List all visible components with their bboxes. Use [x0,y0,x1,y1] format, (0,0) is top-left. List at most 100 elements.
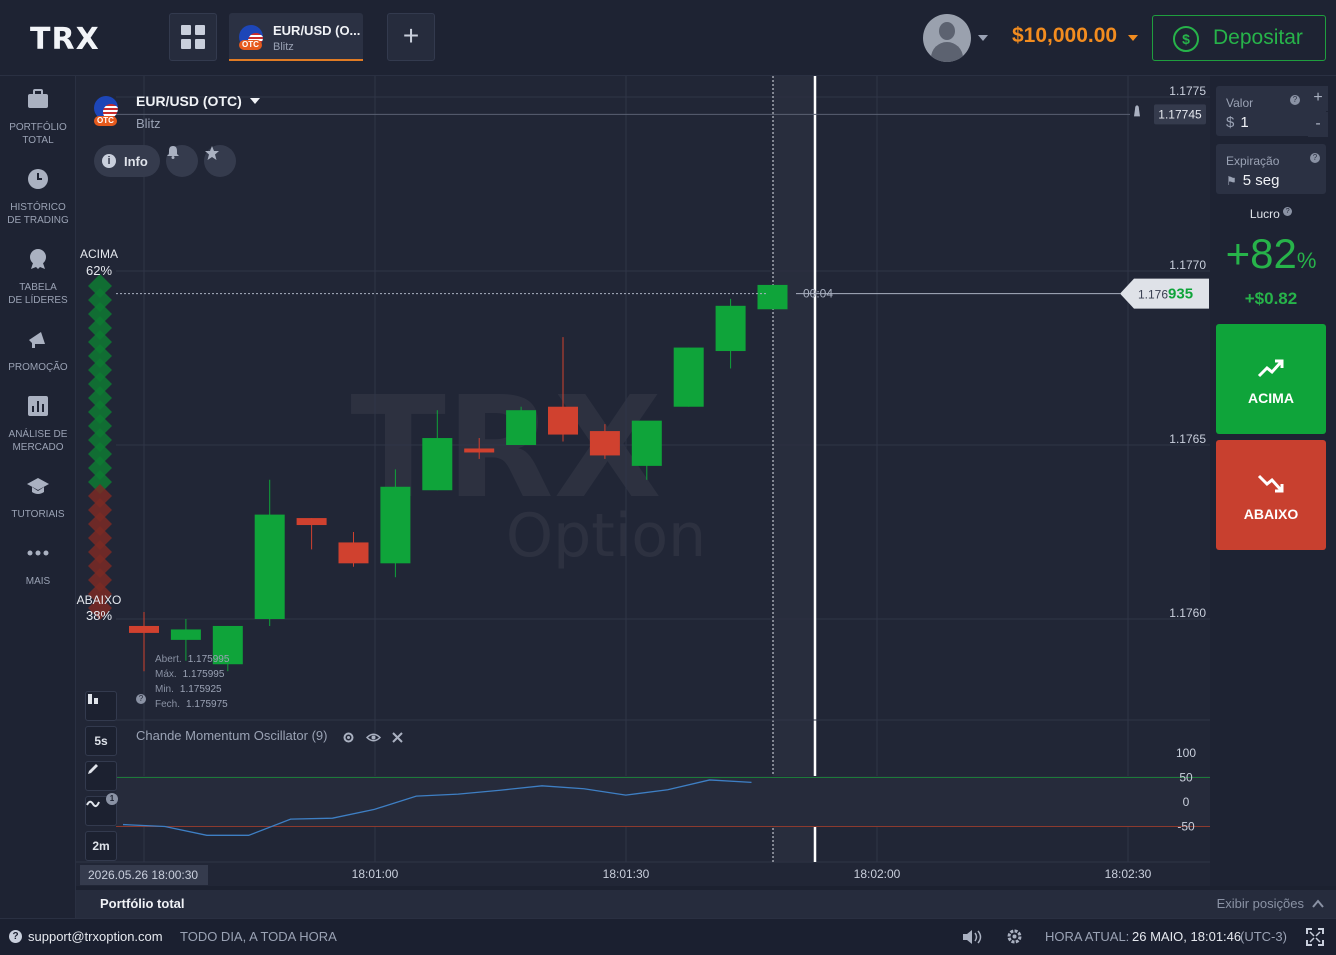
candle-body [422,438,453,491]
sidebar-item-leaderboard[interactable]: TABELA DE LÍDERES [0,248,76,307]
show-positions-link[interactable]: Exibir posições [1217,896,1304,911]
support-tagline: TODO DIA, A TODA HORA [180,929,337,944]
chevron-up-icon[interactable] [1312,899,1324,908]
put-down-button[interactable]: ABAIXO [1216,440,1326,550]
volume-icon[interactable] [962,929,984,945]
bell-icon [167,146,179,159]
top-bar: TRX OTC EUR/USD (O... Blitz + $10,000.00… [0,0,1336,76]
sidebar-item-history[interactable]: HISTÓRICO DE TRADING [0,168,76,227]
support-email-link[interactable]: support@trxoption.com [28,929,163,944]
sidebar-item-promotion[interactable]: PROMOÇÃO [0,328,76,374]
footer: ? support@trxoption.com TODO DIA, A TODA… [0,918,1336,955]
favorite-button[interactable] [204,145,236,177]
chevron-down-icon [249,98,260,104]
candle-body [254,514,285,619]
indicator-band [116,776,1210,826]
asset-tab-mode: Blitz [273,41,294,53]
candle-body [338,542,369,564]
profit-percent: +82% [1225,230,1317,277]
flag-checkered-icon: ⚑ [1226,174,1237,188]
candle-body [589,431,620,456]
chevron-down-icon[interactable] [978,35,988,41]
help-icon[interactable]: ? [136,694,146,704]
asset-tab-name: EUR/USD (O... [273,23,361,38]
sentiment-down-percent: 38% [86,608,112,623]
gear-icon[interactable] [1006,928,1023,945]
otc-badge: OTC [239,40,262,50]
pencil-icon [88,764,98,774]
chart-canvas[interactable]: TRX Option 1.17751.17701.17651.176018:01… [76,76,1210,886]
zoom-button[interactable]: 2m [85,831,117,861]
candles-icon [88,694,98,704]
watermark-text: Option [506,501,706,571]
current-time-value: 26 MAIO, 18:01:46 [1132,929,1242,944]
sidebar-item-portfolio[interactable]: PORTFÓLIO TOTAL [0,88,76,147]
indicator-name: Chande Momentum Oscillator (9) [136,728,328,743]
candle-body [129,625,159,633]
otc-badge: OTC [94,116,117,126]
more-dots-icon [27,550,49,556]
indicator-settings-icon[interactable] [342,731,355,744]
sidebar-item-tutorials[interactable]: TUTORIAIS [0,475,76,521]
amount-label: Valor [1226,96,1254,110]
amount-value[interactable]: $1 [1226,114,1249,131]
indicator-level-label: 100 [1176,746,1196,760]
indicator-remove-icon[interactable] [392,732,403,743]
drawing-tool-button[interactable] [85,761,117,791]
amount-decrease-button[interactable]: - [1308,112,1328,137]
portfolio-title: Portfólio total [100,896,185,911]
price-alert-value: 1.17745 [1158,107,1202,121]
price-tick-label: 1.1770 [1169,258,1206,272]
asset-tab-eurusd[interactable]: OTC EUR/USD (O... Blitz [229,13,363,61]
call-up-button[interactable]: ACIMA [1216,324,1326,434]
trend-down-icon [1257,474,1284,493]
avatar[interactable] [923,14,971,62]
time-tick-label: 18:01:00 [352,867,399,881]
price-tick-label: 1.1775 [1169,84,1206,98]
trend-up-icon [1257,359,1284,378]
clock-icon [28,169,48,189]
graduation-cap-icon [27,478,49,494]
candle-body [548,406,578,435]
expiry-zone [773,76,815,862]
trx-logo[interactable]: TRX [30,22,100,57]
indicator-visibility-icon[interactable] [366,732,381,743]
time-tick-label: 18:02:30 [1105,867,1152,881]
expiry-label: Expiração [1226,154,1280,168]
timeframe-button[interactable]: 5s [85,726,117,756]
amount-increase-button[interactable]: + [1308,86,1328,111]
balance-chevron-down-icon[interactable] [1128,35,1138,41]
add-asset-tab-button[interactable]: + [387,13,435,61]
sidebar-item-market-analysis[interactable]: ANÁLISE DE MERCADO [0,395,76,454]
fullscreen-icon[interactable] [1306,928,1324,946]
candle-body [757,284,788,310]
expiry-field[interactable]: Expiração ⚑ 5 seg [1216,144,1326,194]
portfolio-bar[interactable]: Portfólio total Exibir posições [76,890,1336,918]
info-button[interactable]: i Info [94,145,160,177]
account-balance[interactable]: $10,000.00 [1012,24,1117,48]
asset-grid-button[interactable] [169,13,217,61]
candle-body [296,518,327,526]
help-icon[interactable]: ? [9,930,22,943]
chart-type-button[interactable] [85,691,117,721]
star-icon [205,146,219,160]
candle-body [464,448,495,453]
time-tick-label: 18:01:30 [603,867,650,881]
indicator-count-badge: 1 [106,793,118,805]
expiry-help-icon[interactable]: ? [1310,153,1320,163]
candle-body [631,420,662,466]
current-price-value: 1.176935 [1138,286,1193,303]
sidebar: PORTFÓLIO TOTAL HISTÓRICO DE TRADING TAB… [0,76,76,918]
profit-amount: +$0.82 [1244,289,1298,308]
expiry-value[interactable]: ⚑ 5 seg [1226,172,1279,189]
ohlc-readout: Abert. 1.175995 Máx. 1.175995 Min. 1.175925… [155,654,230,710]
indicator-level-label: 50 [1179,771,1193,785]
asset-selector[interactable]: EUR/USD (OTC) [136,93,260,109]
price-alert-button[interactable] [166,145,198,177]
price-chart[interactable]: TRX Option 1.1775 1.1770 1.1765 1.1760 18:01… [76,76,1210,886]
sidebar-item-more[interactable]: MAIS [0,542,76,588]
candle-body [380,486,411,564]
profit-label: Lucro ? [1210,207,1332,221]
amount-help-icon[interactable]: ? [1290,95,1300,105]
deposit-button[interactable]: $ Depositar [1152,15,1326,61]
